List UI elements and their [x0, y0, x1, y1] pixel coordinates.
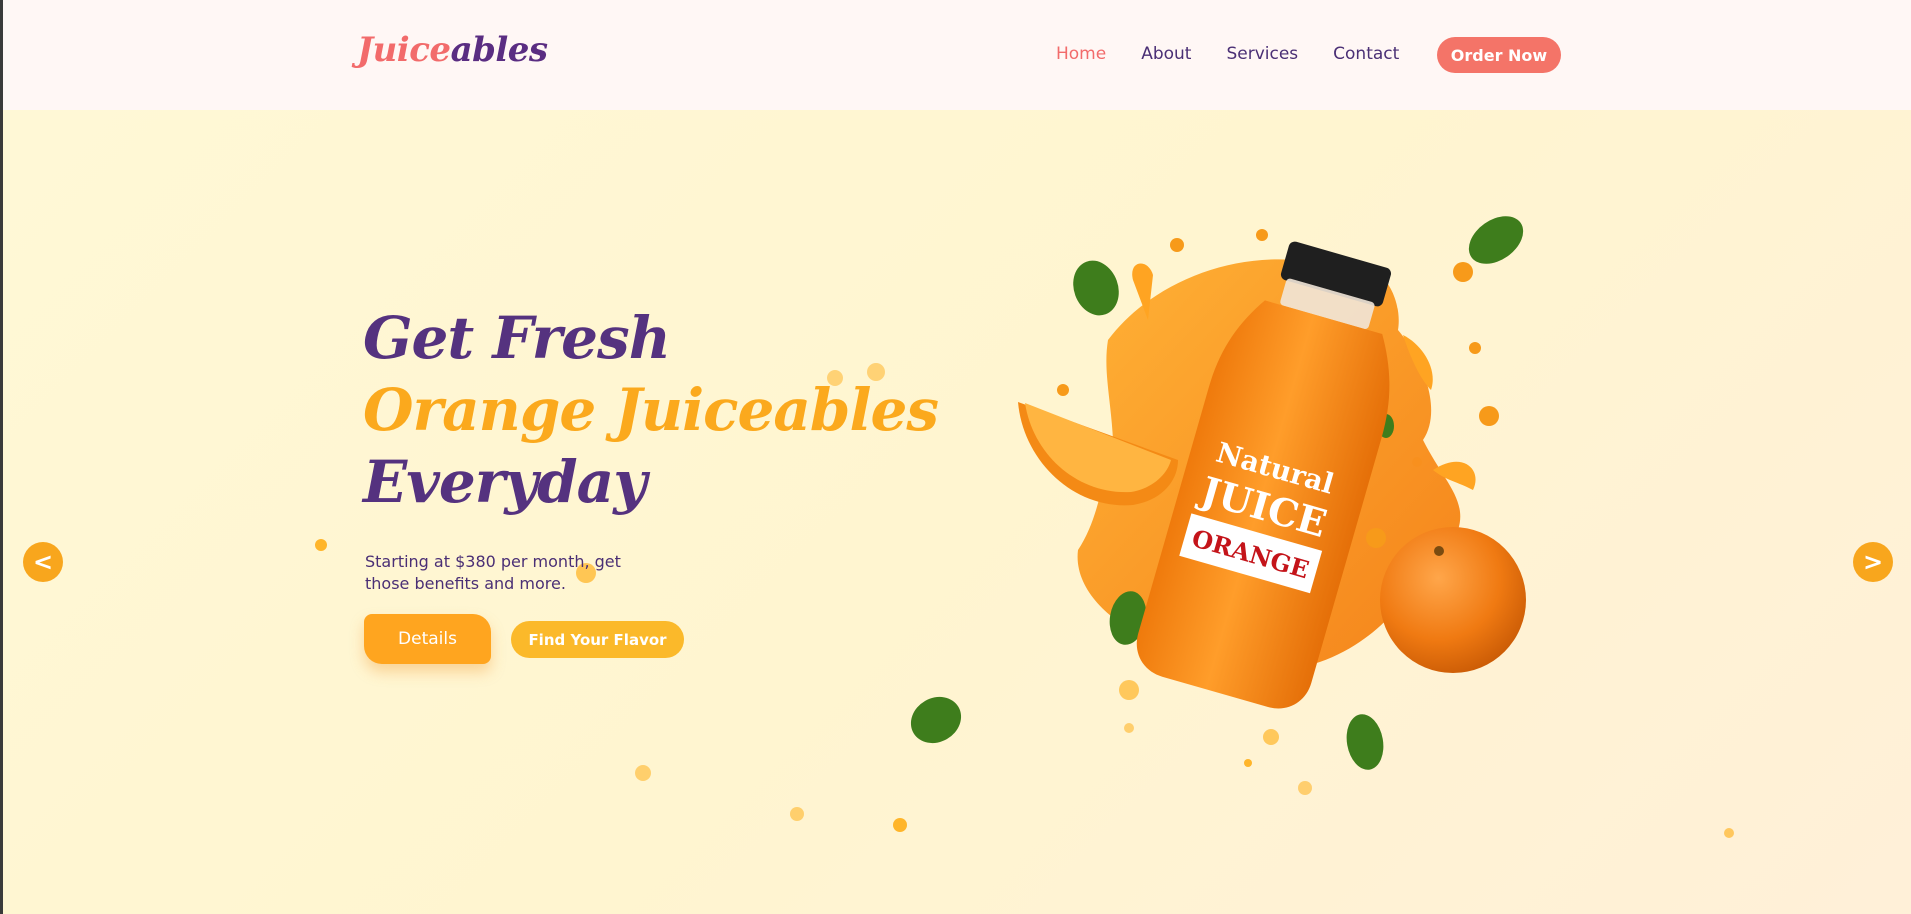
- page: Juiceables Home About Services Contact O…: [3, 0, 1911, 914]
- hero-subtitle: Starting at $380 per month, get those be…: [365, 552, 621, 593]
- carousel-next-button[interactable]: >: [1853, 542, 1893, 582]
- headline-line-1: Get Fresh: [363, 304, 671, 372]
- order-now-button[interactable]: Order Now: [1437, 37, 1561, 73]
- nav-link-about[interactable]: About: [1141, 44, 1191, 64]
- logo[interactable]: Juiceables: [357, 30, 548, 70]
- details-button[interactable]: Details: [364, 614, 491, 664]
- hero-section: Natural JUICE ORANGE Get Fresh Orange Ju…: [3, 110, 1911, 914]
- nav-link-home[interactable]: Home: [1056, 44, 1106, 64]
- hero-illustration: Natural JUICE ORANGE: [315, 216, 1734, 838]
- headline-line-2: Orange Juiceables: [363, 376, 939, 444]
- nav-link-contact[interactable]: Contact: [1333, 44, 1399, 64]
- nav-link-services[interactable]: Services: [1226, 44, 1298, 64]
- find-flavor-button[interactable]: Find Your Flavor: [511, 621, 684, 658]
- whole-orange: [1380, 527, 1526, 673]
- headline-line-3: Everyday: [363, 448, 647, 516]
- carousel-prev-button[interactable]: <: [23, 542, 63, 582]
- logo-part-juice: Juice: [357, 30, 451, 70]
- hero-headline: Get Fresh Orange Juiceables Everyday: [363, 302, 939, 518]
- navbar: Juiceables Home About Services Contact O…: [3, 0, 1911, 110]
- logo-part-ables: ables: [450, 30, 549, 70]
- nav-links: Home About Services Contact: [1056, 44, 1399, 64]
